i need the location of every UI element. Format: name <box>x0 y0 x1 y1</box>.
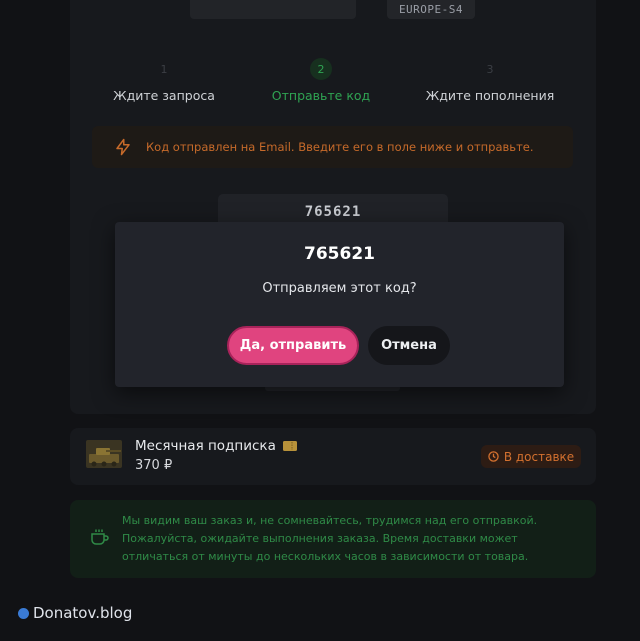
confirm-dialog: 765621 Отправляем этот код? Да, отправит… <box>115 222 564 387</box>
delivery-info: Мы видим ваш заказ и, не сомневайтесь, т… <box>70 500 596 578</box>
confirm-send-button[interactable]: Да, отправить <box>227 326 359 365</box>
step-label: Отправьте код <box>271 88 371 103</box>
region-badge: EUROPE-S4 <box>387 0 475 19</box>
status-text: В доставке <box>503 449 575 464</box>
step-wait-request: 1 Ждите запроса <box>84 58 244 104</box>
cup-icon <box>91 529 109 545</box>
watermark-text: Donatov.blog <box>33 604 133 622</box>
step-label: Ждите запроса <box>113 88 215 103</box>
product-price: 370 ₽ <box>135 458 173 473</box>
dialog-question: Отправляем этот код? <box>262 281 417 296</box>
product-title: Месячная подписка <box>135 438 297 454</box>
dialog-code: 765621 <box>304 244 375 264</box>
info-text: Мы видим ваш заказ и, не сомневайтесь, т… <box>122 514 538 563</box>
cancel-button[interactable]: Отмена <box>368 326 450 365</box>
order-item[interactable]: Месячная подписка 370 ₽ В доставке <box>70 428 596 485</box>
account-field[interactable] <box>190 0 356 19</box>
lightning-icon <box>116 138 130 156</box>
product-thumbnail <box>86 440 122 468</box>
globe-icon <box>18 607 29 619</box>
step-number: 3 <box>486 62 494 76</box>
watermark: Donatov.blog <box>18 604 132 622</box>
product-name: Месячная подписка <box>135 438 276 454</box>
code-sent-notice: Код отправлен на Email. Введите его в по… <box>92 126 573 168</box>
notice-text: Код отправлен на Email. Введите его в по… <box>146 140 534 154</box>
step-wait-topup: 3 Ждите пополнения <box>410 58 570 104</box>
step-number: 2 <box>310 58 332 80</box>
ticket-icon <box>282 441 297 451</box>
clock-icon <box>488 451 499 462</box>
step-label: Ждите пополнения <box>425 88 555 103</box>
step-send-code: 2 Отправьте код <box>241 58 401 103</box>
step-number: 1 <box>160 62 168 76</box>
status-badge: В доставке <box>481 445 581 468</box>
